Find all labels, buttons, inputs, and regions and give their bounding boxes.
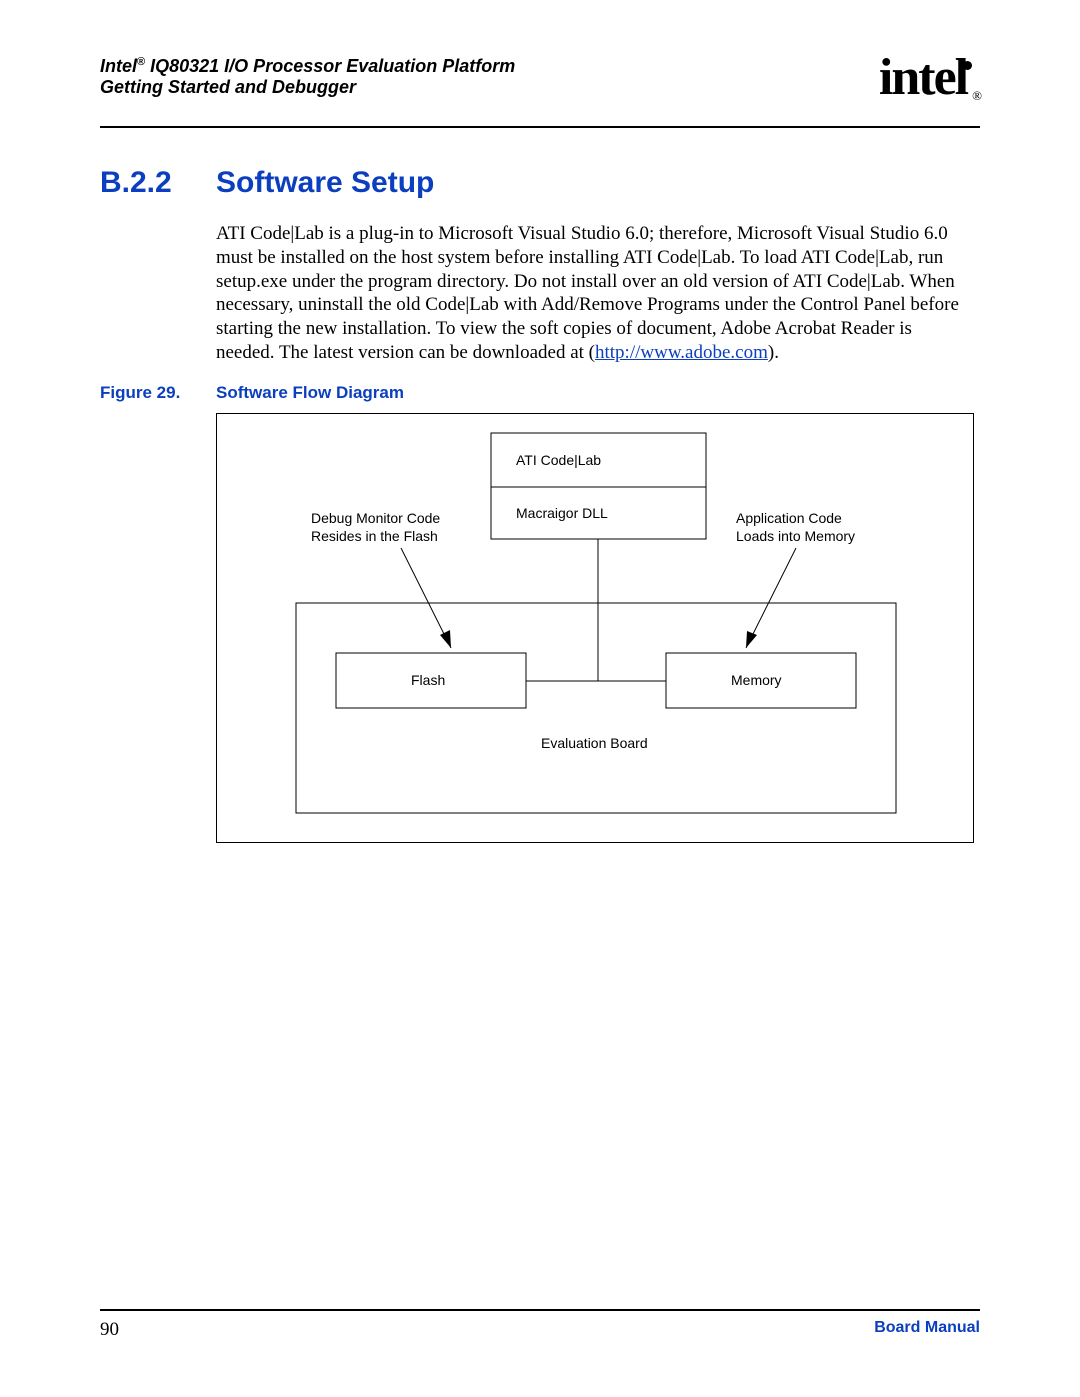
section-number: B.2.2 [100, 166, 216, 200]
body-paragraph: ATI Code|Lab is a plug-in to Microsoft V… [216, 222, 974, 365]
logo-dot-icon [963, 61, 972, 70]
doc-title-line2: Getting Started and Debugger [100, 77, 980, 98]
top-box-line1: ATI Code|Lab [516, 452, 601, 468]
doc-title-line1: Intel® IQ80321 I/O Processor Evaluation … [100, 56, 980, 77]
section-heading: B.2.2Software Setup [100, 166, 980, 200]
logo-registered: ® [972, 88, 980, 103]
page-footer: 90 Board Manual [100, 1309, 980, 1341]
manual-name: Board Manual [874, 1319, 980, 1337]
page-number: 90 [100, 1319, 119, 1340]
top-box [491, 433, 706, 539]
arrowhead-icon [746, 631, 757, 648]
title-rest: IQ80321 I/O Processor Evaluation Platfor… [145, 56, 515, 76]
board-label: Evaluation Board [541, 735, 648, 751]
figure-title: Software Flow Diagram [216, 383, 404, 402]
left-note-2: Resides in the Flash [311, 528, 438, 544]
registered-mark: ® [137, 56, 145, 68]
flash-label: Flash [411, 672, 445, 688]
right-note-1: Application Code [736, 510, 842, 526]
logo-text: intel [879, 49, 967, 106]
top-box-line2: Macraigor DLL [516, 505, 608, 521]
software-flow-diagram: ATI Code|Lab Macraigor DLL Debug Monitor… [216, 413, 974, 843]
adobe-link[interactable]: http://www.adobe.com [595, 342, 768, 363]
title-intel: Intel [100, 56, 137, 76]
arrowhead-icon [440, 630, 451, 648]
intel-logo: intel ® [879, 48, 980, 107]
figure-number: Figure 29. [100, 383, 216, 403]
figure-caption: Figure 29.Software Flow Diagram [100, 383, 980, 403]
right-note-2: Loads into Memory [736, 528, 855, 544]
left-note-1: Debug Monitor Code [311, 510, 440, 526]
memory-label: Memory [731, 672, 782, 688]
section-title: Software Setup [216, 166, 434, 200]
paragraph-text-after: ). [768, 342, 779, 363]
page-header: Intel® IQ80321 I/O Processor Evaluation … [100, 56, 980, 128]
paragraph-text-before: ATI Code|Lab is a plug-in to Microsoft V… [216, 223, 959, 363]
